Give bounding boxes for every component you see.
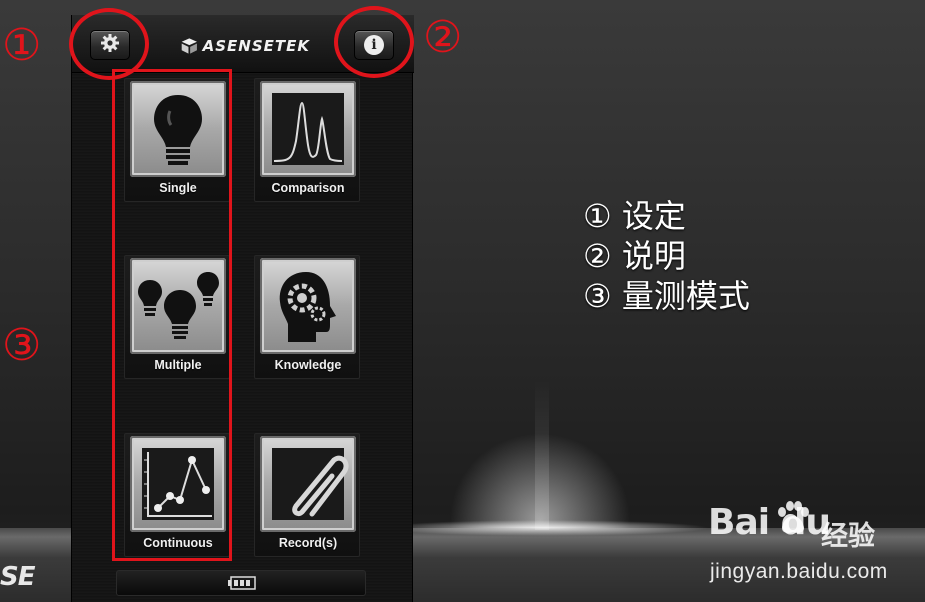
- legend-modes: ③ 量测模式: [583, 277, 750, 315]
- annotation-legend: ① 设定 ② 说明 ③ 量测模式: [583, 196, 750, 316]
- legend-info: ② 说明: [583, 237, 686, 275]
- info-highlight-ring: [334, 6, 414, 78]
- watermark-sub: 经验: [821, 521, 875, 551]
- head-gears-icon: [260, 258, 356, 354]
- mode-knowledge-tile[interactable]: Knowledge: [254, 255, 360, 379]
- battery-icon: [228, 576, 256, 590]
- watermark-url: jingyan.baidu.com: [710, 560, 888, 583]
- tile-label: Knowledge: [274, 358, 342, 372]
- measure-modes-highlight: [112, 69, 232, 561]
- mode-records-tile[interactable]: Record(s): [254, 433, 360, 557]
- cube-logo-icon: [181, 38, 197, 54]
- brand-logo: ASENSETEK: [180, 35, 310, 57]
- tile-label: Record(s): [278, 536, 338, 550]
- marker-3: ③: [2, 320, 42, 371]
- paperclip-icon: [260, 436, 356, 532]
- light-beam: [535, 380, 549, 530]
- marker-2: ②: [423, 12, 463, 63]
- paw-icon: [778, 501, 809, 533]
- mode-comparison-tile[interactable]: Comparison: [254, 78, 360, 202]
- floor-shine: [380, 520, 710, 536]
- tile-label: Comparison: [271, 181, 345, 195]
- baidu-watermark: Bai du 经验 jingyan.baidu.com: [708, 498, 918, 602]
- spectrum-peaks-icon: [260, 81, 356, 177]
- brand-name: ASENSETEK: [202, 37, 310, 55]
- marker-1: ①: [2, 20, 42, 71]
- background-logo: SE: [0, 562, 35, 592]
- status-bar: [116, 570, 366, 596]
- legend-settings: ① 设定: [583, 197, 686, 235]
